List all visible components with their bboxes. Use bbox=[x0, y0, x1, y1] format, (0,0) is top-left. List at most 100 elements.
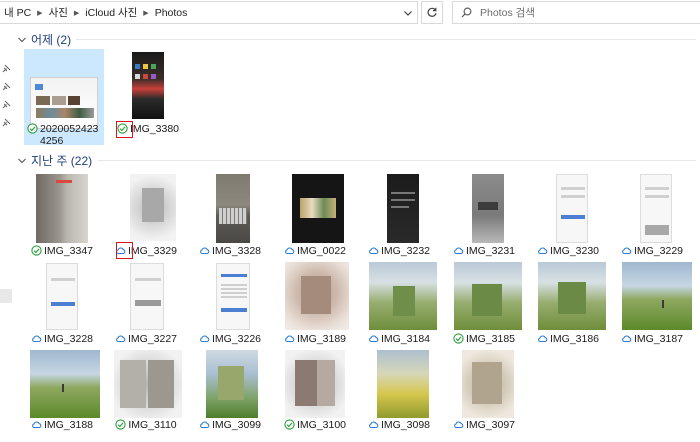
thumbnail bbox=[472, 174, 504, 243]
thumbnail bbox=[462, 350, 514, 418]
thumbnail bbox=[216, 263, 250, 330]
pin-icon[interactable] bbox=[2, 64, 11, 73]
cloud-icon bbox=[622, 247, 632, 254]
file-tile[interactable]: IMG_3328 bbox=[190, 172, 270, 264]
group-header-last-week[interactable]: 지난 주 (22) bbox=[17, 152, 92, 169]
breadcrumb-this-pc[interactable]: 내 PC bbox=[4, 5, 31, 20]
file-name: IMG_3232 bbox=[380, 245, 431, 257]
pin-icon[interactable] bbox=[2, 82, 11, 91]
synced-check-icon bbox=[115, 419, 127, 430]
highlight-box bbox=[116, 242, 133, 259]
chevron-down-icon[interactable] bbox=[17, 156, 27, 166]
thumbnail bbox=[369, 262, 437, 330]
file-name: IMG_0022 bbox=[296, 245, 347, 257]
file-tile[interactable]: IMG_3228 bbox=[22, 260, 102, 352]
file-name: IMG_3229 bbox=[633, 245, 684, 257]
file-tile[interactable]: IMG_3227 bbox=[106, 260, 186, 352]
file-caption: IMG_3229 bbox=[612, 245, 692, 257]
search-input[interactable]: Photos 검색 bbox=[480, 5, 535, 20]
file-name: IMG_3100 bbox=[296, 419, 347, 431]
thumbnail bbox=[130, 263, 164, 330]
cloud-icon bbox=[200, 421, 210, 428]
file-tile[interactable]: IMG_3229 bbox=[612, 172, 692, 264]
file-caption: IMG_3188 bbox=[22, 419, 102, 431]
file-caption: IMG_3347 bbox=[22, 245, 102, 257]
file-caption: IMG_3232 bbox=[359, 245, 439, 257]
cloud-icon bbox=[454, 247, 464, 254]
file-caption: IMG_3110 bbox=[106, 419, 186, 431]
cloud-icon bbox=[538, 335, 548, 342]
group-divider bbox=[76, 39, 696, 40]
cloud-icon bbox=[200, 335, 210, 342]
breadcrumb-pictures[interactable]: 사진 bbox=[49, 5, 68, 20]
file-tile[interactable]: IMG_3097 bbox=[444, 348, 524, 440]
file-caption: IMG_3186 bbox=[528, 333, 608, 345]
breadcrumb-icloud-photos[interactable]: iCloud 사진 bbox=[85, 5, 137, 20]
file-caption: IMG_3184 bbox=[359, 333, 439, 345]
cloud-icon bbox=[622, 335, 632, 342]
file-name: IMG_3230 bbox=[549, 245, 600, 257]
file-tile[interactable]: IMG_3230 bbox=[528, 172, 608, 264]
file-tile[interactable]: IMG_3100 bbox=[275, 348, 355, 440]
cloud-icon bbox=[285, 247, 295, 254]
file-name: IMG_3226 bbox=[211, 333, 262, 345]
refresh-button[interactable] bbox=[421, 1, 443, 24]
file-caption: IMG_3231 bbox=[444, 245, 524, 257]
chevron-right-icon[interactable]: ▶ bbox=[143, 9, 148, 17]
chevron-down-icon[interactable] bbox=[17, 35, 27, 45]
file-caption: IMG_3185 bbox=[444, 333, 524, 345]
file-name: IMG_3328 bbox=[211, 245, 262, 257]
breadcrumb-photos[interactable]: Photos bbox=[155, 7, 188, 19]
file-caption: IMG_3098 bbox=[359, 419, 439, 431]
cloud-icon bbox=[285, 335, 295, 342]
address-bar[interactable]: 내 PC ▶ 사진 ▶ iCloud 사진 ▶ Photos bbox=[0, 1, 418, 24]
file-name: IMG_3228 bbox=[43, 333, 94, 345]
file-caption: IMG_3226 bbox=[190, 333, 270, 345]
file-tile[interactable]: IMG_3232 bbox=[359, 172, 439, 264]
file-tile[interactable]: IMG_3226 bbox=[190, 260, 270, 352]
synced-check-icon bbox=[27, 123, 38, 134]
toolbar: 내 PC ▶ 사진 ▶ iCloud 사진 ▶ Photos Photos 검색 bbox=[0, 0, 700, 26]
chevron-down-icon[interactable] bbox=[401, 6, 415, 20]
file-tile[interactable]: IMG_3231 bbox=[444, 172, 524, 264]
thumbnail bbox=[454, 262, 522, 330]
file-tile[interactable]: IMG_3184 bbox=[359, 260, 439, 352]
file-name: IMG_3098 bbox=[380, 419, 431, 431]
thumbnail bbox=[130, 174, 176, 241]
file-name: IMG_3347 bbox=[43, 245, 94, 257]
file-tile[interactable]: IMG_0022 bbox=[275, 172, 355, 264]
cloud-icon bbox=[369, 335, 379, 342]
chevron-right-icon[interactable]: ▶ bbox=[74, 9, 79, 17]
thumbnail bbox=[30, 77, 98, 129]
file-caption: IMG_3228 bbox=[22, 333, 102, 345]
file-caption: IMG_3097 bbox=[444, 419, 524, 431]
synced-check-icon bbox=[284, 419, 295, 430]
file-tile[interactable]: IMG_3098 bbox=[359, 348, 439, 440]
thumbnail bbox=[556, 174, 588, 243]
file-tile[interactable]: IMG_3347 bbox=[22, 172, 102, 264]
thumbnail bbox=[285, 350, 345, 418]
pin-icon[interactable] bbox=[2, 100, 11, 109]
group-divider bbox=[98, 160, 696, 161]
thumbnail bbox=[206, 350, 258, 418]
group-header-yesterday[interactable]: 어제 (2) bbox=[17, 31, 71, 48]
chevron-right-icon[interactable]: ▶ bbox=[37, 9, 42, 17]
file-tile[interactable]: IMG_3099 bbox=[190, 348, 270, 440]
cloud-icon bbox=[369, 421, 379, 428]
file-caption: IMG_3187 bbox=[612, 333, 692, 345]
search-box[interactable]: Photos 검색 bbox=[452, 1, 700, 24]
refresh-icon bbox=[427, 7, 437, 17]
file-tile[interactable]: IMG_3189 bbox=[275, 260, 355, 352]
file-tile[interactable]: IMG_3185 bbox=[444, 260, 524, 352]
file-tile[interactable]: IMG_3110 bbox=[106, 348, 186, 440]
file-caption: IMG_3328 bbox=[190, 245, 270, 257]
file-caption: 20200524234256 bbox=[24, 123, 104, 147]
file-tile[interactable]: IMG_3187 bbox=[612, 260, 692, 352]
file-tile[interactable]: 20200524234256 bbox=[24, 49, 104, 147]
pin-icon[interactable] bbox=[2, 118, 11, 127]
cloud-icon bbox=[116, 335, 126, 342]
file-tile[interactable]: IMG_3188 bbox=[22, 348, 102, 440]
thumbnail bbox=[622, 262, 692, 330]
file-tile[interactable]: IMG_3186 bbox=[528, 260, 608, 352]
thumbnail bbox=[285, 262, 349, 330]
